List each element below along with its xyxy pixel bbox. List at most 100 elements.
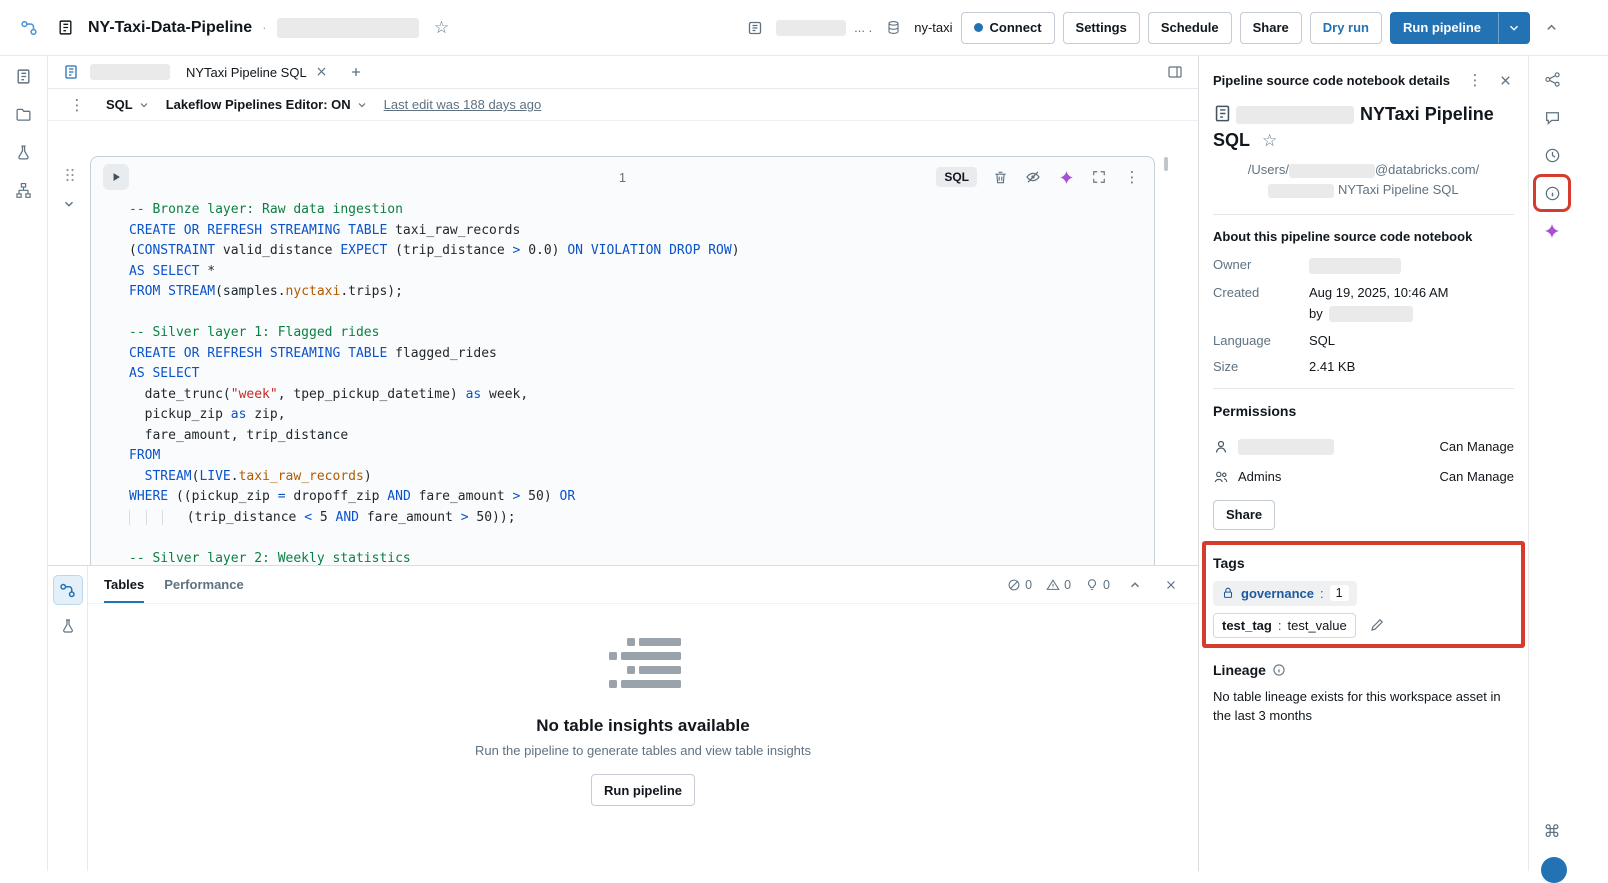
schedule-button[interactable]: Schedule — [1148, 12, 1232, 44]
bottom-panel-rail — [48, 566, 88, 871]
tag-chip-governance[interactable]: governance : 1 — [1213, 581, 1357, 606]
folder-icon — [15, 106, 32, 123]
edit-tags-button[interactable] — [1365, 613, 1389, 637]
expand-icon — [1092, 170, 1106, 184]
tag-separator: : — [1278, 618, 1282, 633]
dry-run-button[interactable]: Dry run — [1310, 12, 1382, 44]
favorite-star-button[interactable]: ☆ — [429, 15, 455, 41]
hide-result-button[interactable] — [1023, 167, 1043, 187]
run-pipeline-secondary-button[interactable]: Run pipeline — [591, 774, 695, 806]
tag-key: test_tag — [1222, 618, 1272, 633]
cell-language-badge: SQL — [936, 167, 977, 187]
comment-icon — [1544, 109, 1561, 126]
tag-chip-test-tag[interactable]: test_tag : test_value — [1213, 613, 1356, 638]
delete-cell-button[interactable] — [990, 167, 1010, 187]
favorite-star-button[interactable]: ☆ — [1256, 128, 1277, 154]
rail-experiments-button[interactable] — [10, 138, 38, 166]
cell-menu-button[interactable]: ⋮ — [1122, 167, 1142, 187]
rail-lineage-button[interactable] — [10, 176, 38, 204]
rail-comments-button[interactable] — [1537, 102, 1567, 132]
details-menu-button[interactable]: ⋮ — [1462, 67, 1488, 93]
close-tab-button[interactable]: × — [316, 64, 328, 80]
close-details-button[interactable] — [1492, 67, 1518, 93]
catalog-name: ny-taxi — [914, 20, 952, 35]
size-value: 2.41 KB — [1309, 359, 1355, 374]
lineage-empty-text: No table lineage exists for this workspa… — [1213, 688, 1509, 726]
info-icon[interactable] — [1272, 663, 1286, 677]
redacted-block — [277, 18, 419, 38]
details-panel-body: NYTaxi Pipeline SQL☆ /Users/@databricks.… — [1199, 97, 1528, 740]
settings-button[interactable]: Settings — [1063, 12, 1140, 44]
error-count: 0 — [1025, 578, 1032, 592]
about-heading: About this pipeline source code notebook — [1213, 229, 1514, 244]
tab-tables[interactable]: Tables — [104, 566, 144, 603]
board-icon[interactable] — [742, 15, 768, 41]
collapse-header-button[interactable] — [1538, 15, 1564, 41]
pipeline-tool-button[interactable] — [54, 576, 82, 604]
tab-performance[interactable]: Performance — [164, 566, 243, 603]
minimap-marker[interactable] — [1164, 157, 1168, 171]
rail-folder-button[interactable] — [10, 100, 38, 128]
tag-value: test_value — [1287, 618, 1346, 633]
warning-counter[interactable]: 0 — [1046, 578, 1071, 592]
details-panel-title: Pipeline source code notebook details — [1213, 73, 1458, 88]
share-button[interactable]: Share — [1240, 12, 1302, 44]
shortcuts-button[interactable]: ⌘ — [1537, 817, 1567, 847]
bottom-panel-header: Tables Performance 0 0 0 — [88, 566, 1198, 604]
person-icon — [1213, 439, 1229, 455]
pipelines-editor-toggle[interactable]: Lakeflow Pipelines Editor: ON — [166, 97, 368, 112]
empty-state-subtitle: Run the pipeline to generate tables and … — [475, 743, 811, 758]
connect-button[interactable]: Connect — [961, 12, 1055, 44]
cell-actions: SQL ⋮ — [936, 167, 1142, 187]
path-suffix: NYTaxi Pipeline SQL — [1338, 182, 1459, 197]
cell-header: 1 SQL ⋮ — [91, 157, 1154, 197]
code-line: FROM STREAM(samples.nyctaxi.trips); — [129, 282, 1154, 303]
pipeline-icon — [59, 582, 76, 599]
error-counter[interactable]: 0 — [1007, 578, 1032, 592]
flask-icon — [60, 618, 76, 634]
bulb-icon — [1085, 578, 1099, 592]
run-pipeline-caret-button[interactable] — [1498, 13, 1529, 43]
collapse-cell-button[interactable] — [62, 197, 76, 211]
size-row: Size 2.41 KB — [1213, 359, 1514, 374]
tag-value: 1 — [1330, 585, 1349, 601]
close-panel-button[interactable] — [1160, 574, 1182, 596]
table-insights-placeholder-icon — [601, 636, 685, 698]
hint-counter[interactable]: 0 — [1085, 578, 1110, 592]
code-line: fare_amount, trip_distance — [129, 426, 1154, 447]
code-line: CREATE OR REFRESH STREAMING TABLE flagge… — [129, 344, 1154, 365]
share-permissions-button[interactable]: Share — [1213, 500, 1275, 530]
path-domain: @databricks.com/ — [1375, 162, 1479, 177]
language-row: Language SQL — [1213, 333, 1514, 348]
toolbar-menu-button[interactable]: ⋮ — [64, 92, 90, 118]
rail-connections-button[interactable] — [1537, 64, 1567, 94]
rail-assistant-button[interactable] — [1537, 216, 1567, 246]
expand-cell-button[interactable] — [1089, 167, 1109, 187]
tab-bar: NYTaxi Pipeline SQL × — [48, 56, 1198, 89]
add-tab-button[interactable] — [343, 59, 369, 85]
code-lines[interactable]: -- Bronze layer: Raw data ingestionCREAT… — [91, 197, 1154, 565]
breadcrumb-ellipsis: ... . — [854, 20, 872, 35]
rail-details-button[interactable] — [1537, 178, 1567, 208]
lakeflow-pipelines-logo-icon[interactable] — [16, 15, 42, 41]
editor-tab[interactable]: NYTaxi Pipeline SQL × — [176, 56, 337, 88]
rail-notebook-button[interactable] — [10, 62, 38, 90]
rail-history-button[interactable] — [1537, 140, 1567, 170]
layout-toggle-button[interactable] — [1162, 59, 1188, 85]
page-title: NY-Taxi-Data-Pipeline — [88, 19, 252, 37]
people-icon — [1213, 469, 1229, 485]
experiments-tool-button[interactable] — [54, 612, 82, 640]
redacted-block — [776, 20, 846, 36]
last-edit-link[interactable]: Last edit was 188 days ago — [384, 97, 542, 112]
collapse-panel-button[interactable] — [1124, 574, 1146, 596]
assistant-bubble[interactable] — [1541, 857, 1567, 883]
language-select[interactable]: SQL — [106, 97, 150, 112]
code-line: -- Silver layer 2: Weekly statistics — [129, 549, 1154, 566]
assistant-button[interactable] — [1056, 167, 1076, 187]
code-line: FROM — [129, 446, 1154, 467]
run-pipeline-button[interactable]: Run pipeline — [1391, 13, 1491, 43]
tags-heading: Tags — [1213, 555, 1514, 571]
main-column: NYTaxi Pipeline SQL × ⋮ SQL Lakeflow Pip… — [48, 56, 1198, 871]
close-icon — [1498, 73, 1513, 88]
cell-drag-handle[interactable] — [62, 167, 78, 183]
